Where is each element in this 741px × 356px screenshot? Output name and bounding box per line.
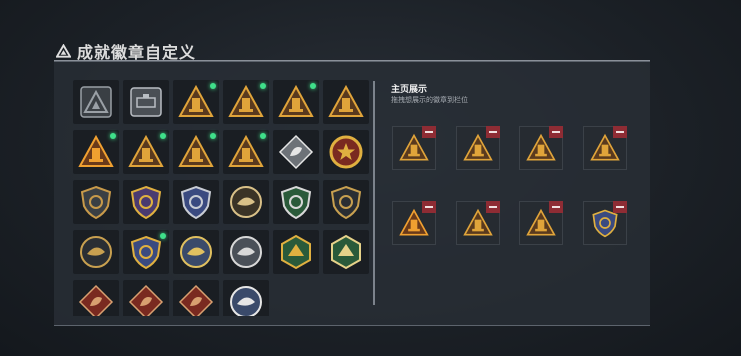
badge-item[interactable]	[173, 280, 219, 316]
triangle-warship-badge-icon	[328, 84, 364, 117]
badge-item[interactable]	[173, 230, 219, 274]
rank-shield-badge-icon	[80, 185, 112, 220]
blue-eagle-shield-icon	[180, 185, 212, 220]
remove-minus-icon	[489, 206, 497, 208]
remove-badge-button[interactable]	[613, 126, 627, 138]
silver-diamond-badge-icon	[278, 134, 314, 170]
showcase-subtitle: 拖拽想展示的徽章到栏位	[391, 97, 468, 104]
badge-item[interactable]	[73, 280, 119, 316]
badge-item[interactable]	[123, 180, 169, 224]
purple-eagle-shield-icon	[130, 185, 162, 220]
showcase-slot[interactable]	[519, 201, 563, 245]
panel-divider	[373, 81, 375, 305]
triangle-soldiers-badge-icon	[178, 134, 214, 167]
badge-item[interactable]	[323, 180, 369, 224]
badge-item[interactable]	[323, 130, 369, 174]
badge-item[interactable]	[223, 280, 269, 316]
triangle-logo-icon	[56, 44, 71, 58]
triangle-number-one-badge-icon	[78, 134, 114, 167]
badge-item[interactable]	[223, 130, 269, 174]
triangle-rocket-badge-icon	[228, 134, 264, 167]
badge-item[interactable]	[273, 130, 319, 174]
steel-bird-circle-icon	[230, 236, 262, 268]
remove-minus-icon	[425, 206, 433, 208]
red-wolf-diamond-icon	[78, 284, 114, 316]
showcase-slot[interactable]	[392, 126, 436, 170]
triangle-building-badge-icon	[228, 84, 264, 117]
badge-item[interactable]	[123, 80, 169, 124]
remove-minus-icon	[552, 206, 560, 208]
remove-badge-button[interactable]	[486, 126, 500, 138]
badge-item[interactable]	[123, 230, 169, 274]
badge-item[interactable]	[323, 230, 369, 274]
dark-rifle-shield-icon	[330, 185, 362, 220]
tank-badge-icon	[130, 87, 162, 117]
badge-item[interactable]	[73, 230, 119, 274]
new-badge-indicator	[160, 233, 166, 239]
badge-collection-grid	[73, 80, 371, 316]
badge-item[interactable]	[173, 130, 219, 174]
star-eagle-shield-icon	[130, 235, 162, 270]
triangle-tower-badge-icon	[278, 84, 314, 117]
badge-customization-panel: 主页展示 拖拽想展示的徽章到栏位	[54, 60, 650, 326]
badge-item[interactable]	[273, 230, 319, 274]
badge-item[interactable]	[273, 180, 319, 224]
new-badge-indicator	[110, 133, 116, 139]
badge-item[interactable]	[223, 80, 269, 124]
remove-minus-icon	[425, 131, 433, 133]
showcase-slot[interactable]	[456, 126, 500, 170]
green-eagle-hex-icon	[331, 234, 361, 270]
remove-badge-button[interactable]	[549, 201, 563, 213]
new-badge-indicator	[160, 133, 166, 139]
skull-target-badge-icon	[230, 186, 262, 218]
remove-badge-button[interactable]	[422, 201, 436, 213]
badge-item[interactable]	[223, 180, 269, 224]
remove-minus-icon	[616, 131, 624, 133]
remove-minus-icon	[489, 131, 497, 133]
crossed-circle-badge-icon	[80, 236, 112, 268]
green-snake-shield-icon	[280, 185, 312, 220]
red-soldier-diamond-icon	[178, 284, 214, 316]
badge-item[interactable]	[73, 180, 119, 224]
blue-ship-circle-icon	[230, 286, 262, 316]
showcase-slot[interactable]	[456, 201, 500, 245]
triangle-plain-badge-icon	[80, 86, 112, 118]
blue-bird-circle-icon	[180, 236, 212, 268]
remove-minus-icon	[552, 131, 560, 133]
green-dragon-hex-icon	[281, 234, 311, 270]
remove-badge-button[interactable]	[613, 201, 627, 213]
remove-badge-button[interactable]	[549, 126, 563, 138]
badge-item[interactable]	[223, 230, 269, 274]
new-badge-indicator	[260, 133, 266, 139]
badge-item[interactable]	[323, 80, 369, 124]
remove-minus-icon	[616, 206, 624, 208]
badge-item[interactable]	[73, 80, 119, 124]
star-wreath-medal-icon	[329, 135, 363, 169]
badge-item[interactable]	[123, 280, 169, 316]
showcase-title: 主页展示	[391, 84, 428, 94]
new-badge-indicator	[310, 83, 316, 89]
badge-item[interactable]	[173, 180, 219, 224]
badge-item[interactable]	[273, 80, 319, 124]
triangle-house-badge-icon	[128, 134, 164, 167]
remove-badge-button[interactable]	[422, 126, 436, 138]
showcase-slot[interactable]	[519, 126, 563, 170]
showcase-slot[interactable]	[583, 201, 627, 245]
remove-badge-button[interactable]	[486, 201, 500, 213]
new-badge-indicator	[210, 133, 216, 139]
triangle-skyscraper-badge-icon	[178, 84, 214, 117]
new-badge-indicator	[260, 83, 266, 89]
badge-item[interactable]	[173, 80, 219, 124]
showcase-slot[interactable]	[392, 201, 436, 245]
showcase-slot[interactable]	[583, 126, 627, 170]
new-badge-indicator	[210, 83, 216, 89]
red-beast-diamond-icon	[128, 284, 164, 316]
badge-item[interactable]	[73, 130, 119, 174]
badge-item[interactable]	[123, 130, 169, 174]
